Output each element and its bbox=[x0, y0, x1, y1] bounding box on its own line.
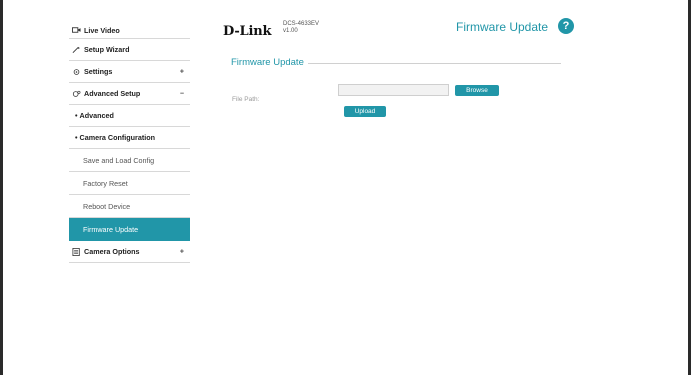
file-path-label: File Path: bbox=[232, 96, 260, 103]
sidebar: Live Video Setup Wizard Settings + Advan… bbox=[69, 22, 190, 263]
sidebar-item-settings[interactable]: Settings + bbox=[69, 61, 190, 83]
sidebar-item-camera-configuration[interactable]: • Camera Configuration bbox=[69, 127, 190, 149]
sidebar-item-label: Advanced bbox=[79, 111, 114, 120]
sidebar-item-live-video[interactable]: Live Video bbox=[69, 22, 190, 39]
sidebar-item-label: Firmware Update bbox=[83, 224, 139, 234]
sidebar-item-label: Factory Reset bbox=[83, 178, 128, 188]
expand-icon[interactable]: + bbox=[180, 68, 184, 75]
sidebar-item-advanced-setup[interactable]: Advanced Setup − bbox=[69, 83, 190, 105]
upload-button[interactable]: Upload bbox=[344, 106, 386, 117]
sidebar-item-label: Camera Options bbox=[84, 247, 140, 256]
model-info: DCS-4633EV v1.00 bbox=[283, 21, 319, 35]
sidebar-item-save-and-load-config[interactable]: Save and Load Config bbox=[69, 149, 190, 172]
sidebar-item-factory-reset[interactable]: Factory Reset bbox=[69, 172, 190, 195]
section-title: Firmware Update bbox=[231, 57, 308, 68]
list-icon bbox=[72, 247, 81, 256]
help-icon[interactable]: ? bbox=[558, 18, 574, 34]
bullet-icon: • bbox=[75, 111, 78, 120]
gears-icon bbox=[72, 90, 81, 98]
browse-button[interactable]: Browse bbox=[455, 85, 499, 96]
file-path-input[interactable] bbox=[338, 84, 449, 96]
firmware-version: v1.00 bbox=[283, 28, 298, 34]
sidebar-item-camera-options[interactable]: Camera Options + bbox=[69, 241, 190, 263]
sidebar-item-setup-wizard[interactable]: Setup Wizard bbox=[69, 39, 190, 61]
dlink-logo: D-Link bbox=[223, 24, 272, 39]
video-camera-icon bbox=[72, 26, 81, 34]
page-title: Firmware Update bbox=[456, 20, 549, 34]
sidebar-item-label: Save and Load Config bbox=[83, 155, 155, 165]
sidebar-item-advanced[interactable]: • Advanced bbox=[69, 105, 190, 127]
sidebar-item-label: Camera Configuration bbox=[79, 133, 156, 142]
model-name: DCS-4633EV bbox=[283, 21, 320, 27]
sidebar-item-label: Advanced Setup bbox=[84, 89, 141, 98]
sidebar-item-label: Live Video bbox=[84, 25, 120, 35]
gear-icon bbox=[72, 68, 81, 76]
sidebar-item-label: Settings bbox=[84, 67, 113, 76]
sidebar-item-label: Setup Wizard bbox=[84, 45, 130, 54]
collapse-icon[interactable]: − bbox=[180, 90, 184, 97]
sidebar-item-label: Reboot Device bbox=[83, 201, 131, 211]
section-divider bbox=[303, 63, 561, 64]
wand-icon bbox=[72, 46, 81, 54]
page-frame: Live Video Setup Wizard Settings + Advan… bbox=[3, 0, 688, 375]
sidebar-item-reboot-device[interactable]: Reboot Device bbox=[69, 195, 190, 218]
expand-icon[interactable]: + bbox=[180, 248, 184, 255]
sidebar-item-firmware-update[interactable]: Firmware Update bbox=[69, 218, 190, 241]
bullet-icon: • bbox=[75, 133, 78, 142]
